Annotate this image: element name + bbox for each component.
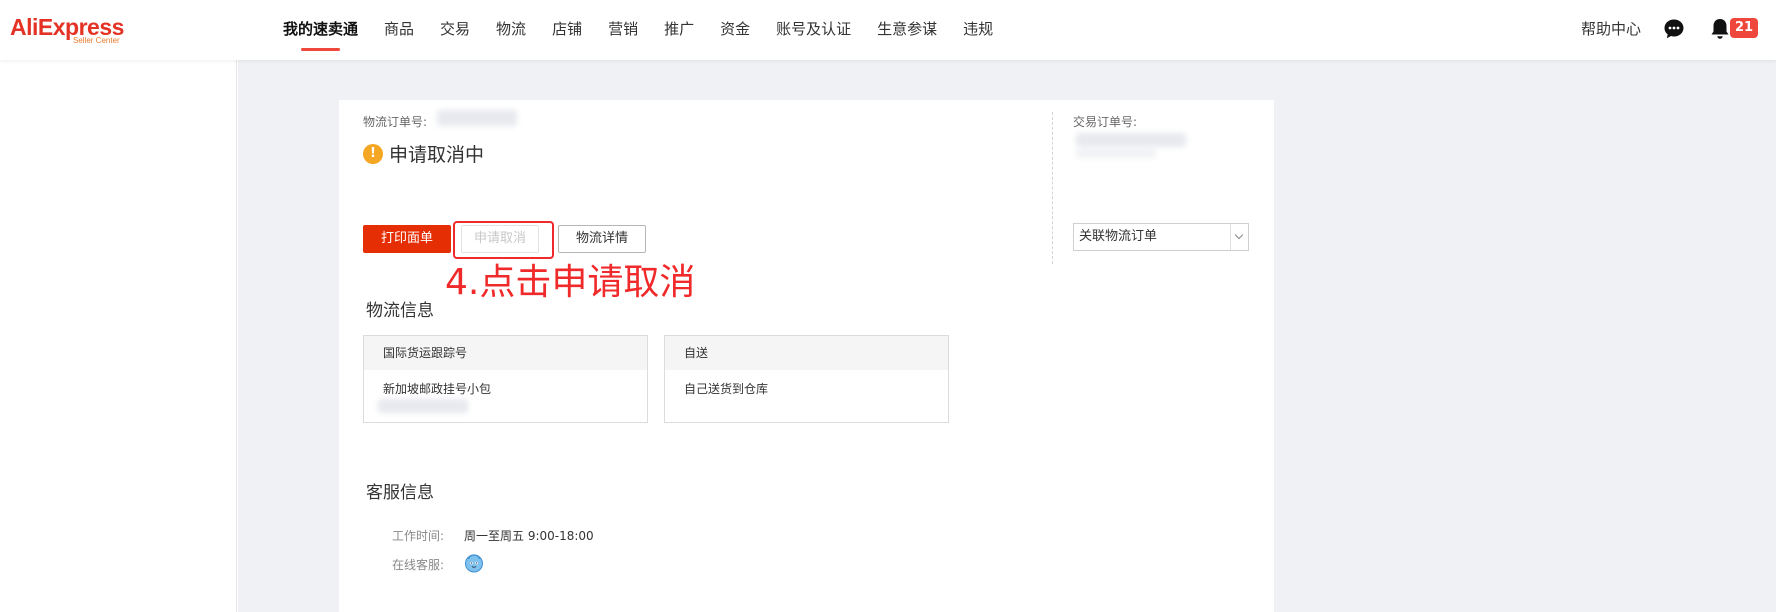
- order-status: ! 申请取消中: [363, 140, 484, 167]
- nav-item-products[interactable]: 商品: [384, 0, 414, 60]
- redacted-logistics-order-number: [437, 110, 517, 126]
- redacted-tracking-number: [378, 399, 468, 413]
- trade-order-number-label: 交易订单号:: [1073, 115, 1138, 129]
- chevron-down-icon: [1230, 224, 1248, 250]
- header-divider: [1052, 112, 1053, 264]
- work-time-label: 工作时间:: [392, 529, 445, 543]
- work-time-value: 周一至周五 9:00-18:00: [464, 529, 594, 543]
- tracking-number-header: 国际货运跟踪号: [364, 336, 647, 370]
- top-nav-bar: AliExpress Seller Center 我的速卖通 商品 交易 物流 …: [0, 0, 1776, 60]
- logistics-order-card: 物流订单号: ! 申请取消中 打印面单 申请取消 物流详情 交易订单号: 关联物…: [339, 100, 1274, 612]
- related-logistics-order-select[interactable]: 关联物流订单: [1073, 223, 1249, 251]
- nav-item-marketing[interactable]: 营销: [608, 0, 638, 60]
- chat-bubble-icon[interactable]: [1663, 18, 1685, 40]
- print-label-button[interactable]: 打印面单: [363, 225, 451, 253]
- service-info-title: 客服信息: [366, 483, 434, 503]
- aliexpress-logo[interactable]: AliExpress Seller Center: [10, 14, 135, 48]
- bell-icon[interactable]: [1709, 17, 1731, 41]
- main-nav: 我的速卖通 商品 交易 物流 店铺 营销 推广 资金 账号及认证 生意参谋 违规: [283, 0, 1019, 60]
- notification-badge: 21: [1730, 18, 1759, 38]
- nav-item-store[interactable]: 店铺: [552, 0, 582, 60]
- warning-icon: !: [363, 143, 383, 164]
- annotation-highlight-box: [453, 221, 554, 259]
- nav-item-my-aliexpress[interactable]: 我的速卖通: [283, 0, 358, 60]
- online-service-icon[interactable]: [464, 553, 484, 573]
- logistics-info-title: 物流信息: [366, 301, 434, 321]
- nav-item-account[interactable]: 账号及认证: [776, 0, 851, 60]
- order-header: 物流订单号: ! 申请取消中 打印面单 申请取消 物流详情 交易订单号: 关联物…: [339, 100, 1274, 276]
- redacted-trade-order-number-line2: [1076, 148, 1156, 158]
- nav-item-logistics[interactable]: 物流: [496, 0, 526, 60]
- redacted-trade-order-number: [1076, 133, 1186, 147]
- logo-subtitle: Seller Center: [73, 36, 120, 45]
- logistics-order-number-label: 物流订单号:: [363, 115, 428, 129]
- self-delivery-box: 自送 自己送货到仓库: [664, 335, 949, 423]
- nav-item-trade[interactable]: 交易: [440, 0, 470, 60]
- related-logistics-order-select-value: 关联物流订单: [1079, 229, 1158, 244]
- self-delivery-description: 自己送货到仓库: [684, 382, 769, 396]
- left-sidebar: [0, 60, 237, 612]
- nav-item-promotion[interactable]: 推广: [664, 0, 694, 60]
- nav-item-funds[interactable]: 资金: [720, 0, 750, 60]
- logistics-detail-button[interactable]: 物流详情: [558, 225, 646, 253]
- help-center-link[interactable]: 帮助中心: [1581, 0, 1641, 60]
- nav-item-business-advisor[interactable]: 生意参谋: [877, 0, 937, 60]
- annotation-step-text: 4.点击申请取消: [445, 262, 696, 303]
- nav-item-violations[interactable]: 违规: [963, 0, 993, 60]
- order-status-text: 申请取消中: [389, 144, 485, 166]
- self-delivery-header: 自送: [665, 336, 948, 370]
- online-service-label: 在线客服:: [392, 558, 445, 572]
- tracking-number-box: 国际货运跟踪号 新加坡邮政挂号小包: [363, 335, 648, 423]
